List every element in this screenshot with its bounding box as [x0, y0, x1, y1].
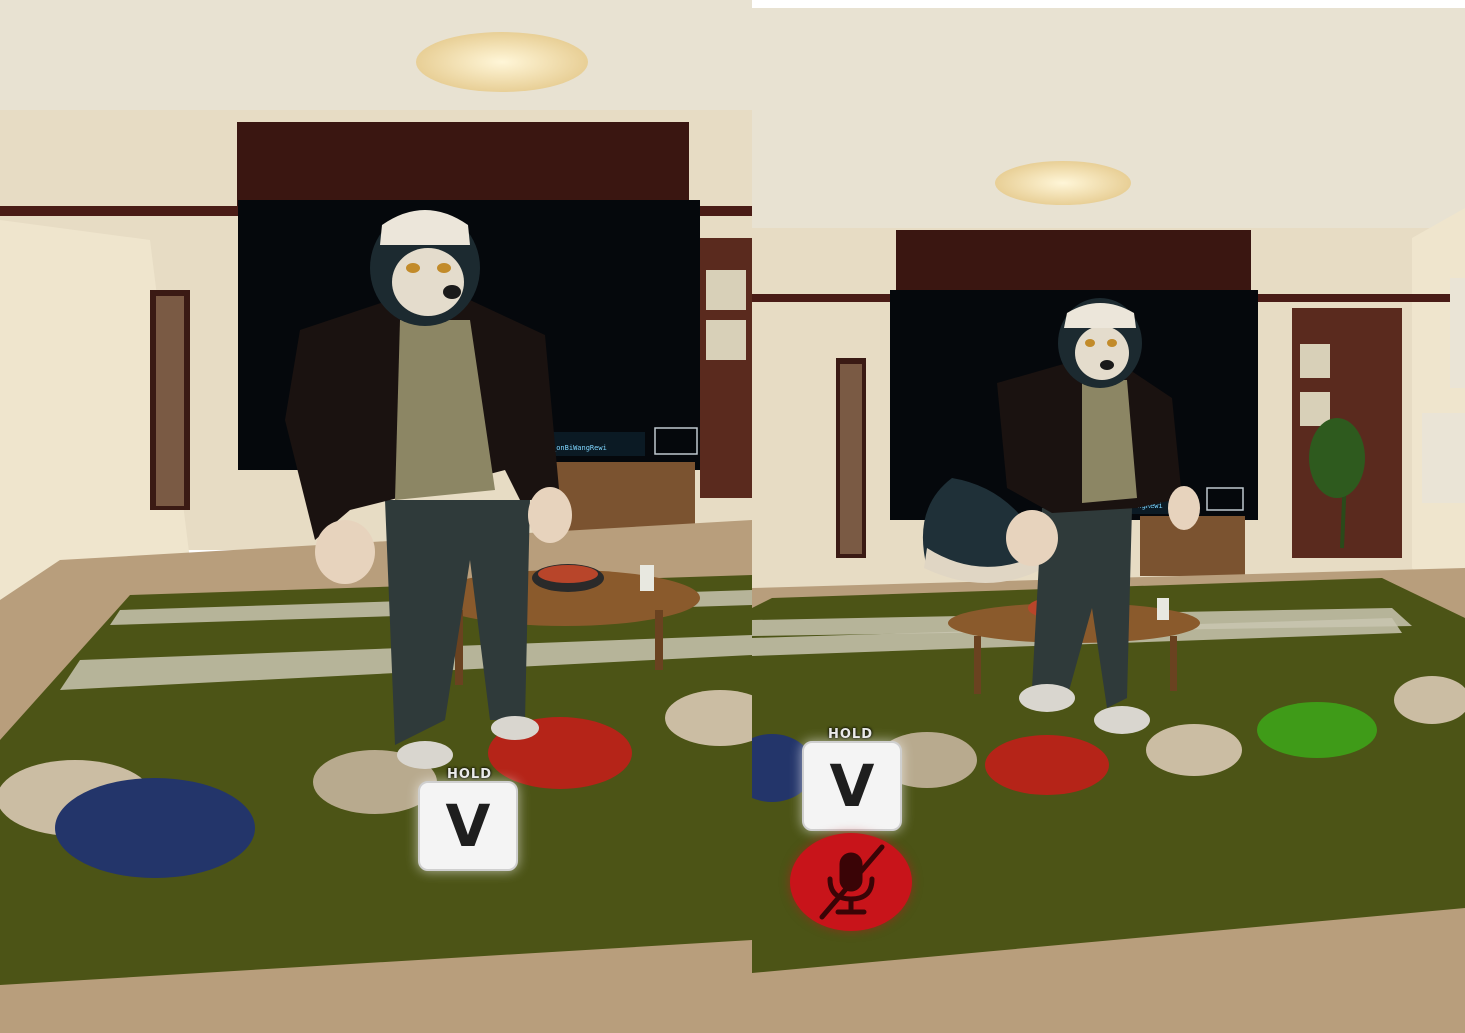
- cushion-green: [1257, 702, 1377, 758]
- ceiling-lamp: [995, 161, 1131, 205]
- right-eye-view: MangRewi: [752, 8, 1465, 1033]
- microphone-muted-icon: [819, 844, 885, 920]
- ceiling-lamp: [416, 32, 588, 92]
- room-scene: _onBiWangRewi: [0, 0, 752, 1033]
- ceiling: [752, 8, 1465, 248]
- accent-wall: [896, 230, 1251, 300]
- push-to-talk-key-indicator: V: [802, 741, 902, 831]
- cushion-beige: [1146, 724, 1242, 776]
- push-to-talk-hold-label: HOLD: [828, 727, 874, 742]
- left-eye-view: _onBiWangRewi HOLD V: [0, 0, 752, 1033]
- tv-screen-text: _onBiWangRewi: [552, 444, 607, 452]
- mic-muted-indicator: [790, 833, 912, 931]
- drink-can: [640, 565, 654, 591]
- cushion-blue: [55, 778, 255, 878]
- plant: [1309, 418, 1365, 498]
- cushion-red: [985, 735, 1109, 795]
- drink-can: [1157, 598, 1169, 620]
- push-to-talk-hold-label: HOLD: [447, 767, 493, 782]
- push-to-talk-key-indicator: V: [418, 781, 518, 871]
